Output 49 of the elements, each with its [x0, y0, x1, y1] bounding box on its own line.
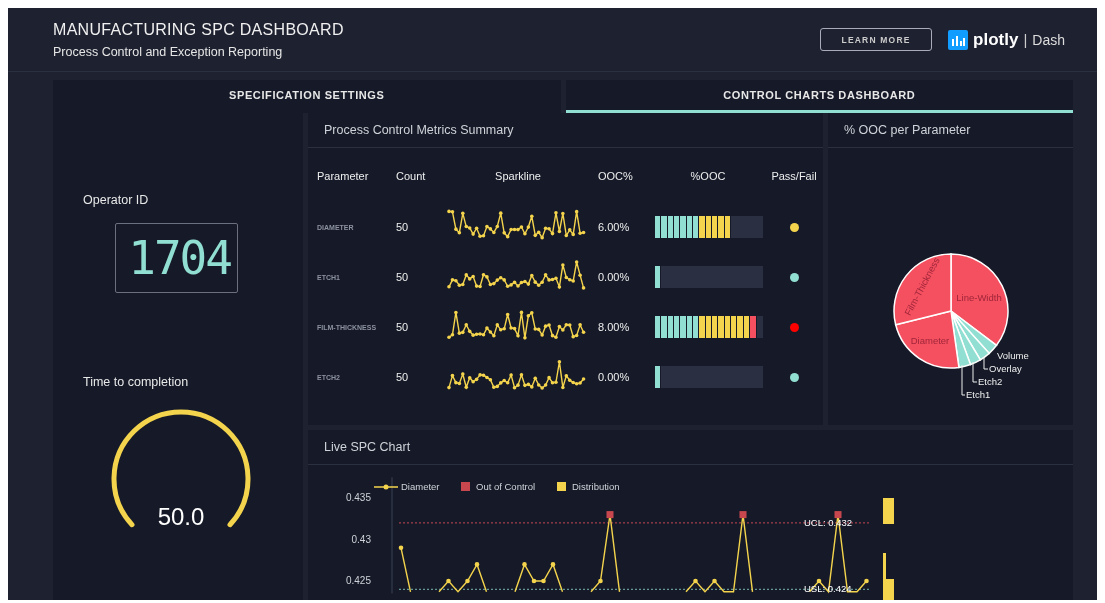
count-value: 50 [396, 371, 409, 383]
slice-label: Overlay [989, 363, 1022, 374]
count-value: 50 [396, 221, 409, 233]
panel-title: % OOC per Parameter [828, 113, 1073, 148]
dashboard-title: MANUFACTURING SPC DASHBOARD [53, 20, 344, 39]
panel-title: Live SPC Chart [308, 430, 1073, 465]
operator-label: Operator ID [83, 193, 150, 207]
tab[interactable]: CONTROL CHARTS DASHBOARD [565, 80, 1073, 113]
column-header: Parameter [317, 169, 370, 184]
column-header: Pass/Fail [770, 169, 818, 184]
legend-line-icon [373, 484, 399, 490]
out-of-control-marker [606, 511, 614, 519]
y-tick-label: 0.425 [345, 575, 371, 586]
column-header: %OOC [689, 169, 727, 184]
learn-more-button[interactable]: LEARN MORE [820, 28, 933, 51]
operator-id-display: 1704 [115, 223, 238, 293]
brand-product: Dash [1032, 31, 1065, 48]
count-value: 50 [396, 321, 409, 333]
ooc-percent: 0.00% [598, 271, 630, 283]
brand-separator: | [1023, 31, 1028, 48]
out-of-control-marker [834, 511, 842, 519]
leader-line [983, 356, 989, 370]
ooc-percent: 8.00% [598, 321, 630, 333]
ooc-percent: 0.00% [598, 371, 630, 383]
legend-label: Out of Control [476, 481, 536, 492]
out-of-control-marker [739, 511, 747, 519]
panel-title: Process Control Metrics Summary [308, 113, 823, 148]
slice-label: Etch1 [966, 389, 991, 400]
dashboard-subtitle: Process Control and Exception Reporting [53, 44, 284, 59]
count-value: 50 [396, 271, 409, 283]
slice-label: Etch2 [978, 376, 1003, 387]
y-tick-label: 0.435 [345, 492, 371, 503]
brand-name: plotly [973, 29, 1019, 50]
column-header: Count [396, 169, 427, 184]
ooc-percent: 6.00% [598, 221, 630, 233]
tab[interactable]: SPECIFICATION SETTINGS [53, 80, 561, 113]
leader-line [961, 364, 966, 396]
y-tick-label: 0.43 [351, 533, 371, 545]
column-header: OOC% [598, 169, 634, 184]
legend-label: Distribution [572, 481, 620, 492]
leader-line [972, 361, 978, 383]
column-header: Sparkline [494, 169, 542, 184]
bar-chart-icon [948, 29, 969, 50]
slice-label: Line-Width [956, 292, 1002, 303]
completion-label: Time to completion [83, 375, 190, 389]
legend-label: Diameter [401, 481, 440, 492]
gauge-value: 50.0 [156, 503, 206, 531]
slice-label: Volume [997, 350, 1029, 361]
slice-label: Diameter [910, 335, 950, 346]
